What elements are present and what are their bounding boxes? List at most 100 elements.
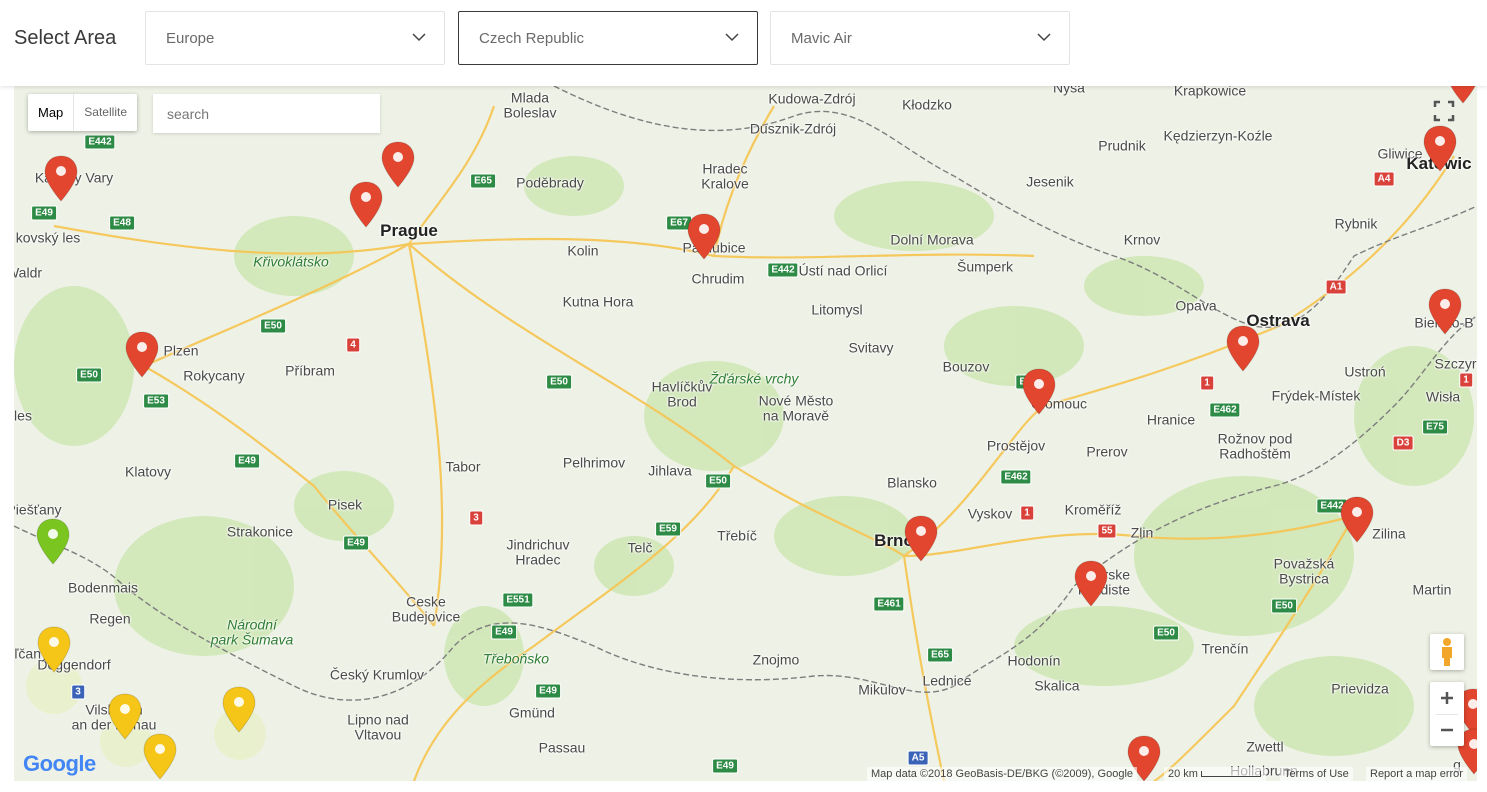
road-shield: 4 — [346, 337, 360, 353]
chevron-down-icon — [1037, 33, 1051, 42]
road-shield: E49 — [535, 683, 561, 699]
map-type-satellite-button[interactable]: Satellite — [73, 94, 137, 131]
place-label: Prievidza — [1331, 680, 1389, 697]
road-shield: E49 — [234, 453, 260, 469]
place-label: Kolin — [567, 242, 599, 259]
continent-select[interactable]: Europe — [145, 11, 445, 65]
road-shield: 55 — [1097, 523, 1117, 539]
map-marker-red[interactable] — [1428, 288, 1462, 336]
google-logo: Google — [23, 751, 96, 776]
road-shield: 1 — [1459, 372, 1473, 388]
map-marker-red[interactable] — [125, 331, 159, 379]
map-marker-red[interactable] — [1022, 368, 1056, 416]
chevron-down-icon — [725, 33, 739, 42]
place-label: Ceske Budejovice — [391, 593, 461, 624]
map-marker-red[interactable] — [44, 155, 78, 203]
place-label: Vyskov — [967, 505, 1013, 522]
place-label: Šumperk — [956, 258, 1014, 275]
map-marker-red[interactable] — [349, 181, 383, 229]
place-label: Jindrichuv Hradec — [506, 536, 570, 567]
place-label: Jesenik — [1026, 173, 1074, 190]
road-shield: E50 — [705, 473, 731, 489]
map-search-input[interactable] — [153, 94, 380, 133]
place-label: Strakonice — [226, 523, 294, 540]
road-shield: E50 — [546, 374, 572, 390]
scale-bar: 20 km — [1164, 767, 1266, 781]
road-shield: E551 — [502, 592, 534, 608]
map-type-control: Map Satellite — [28, 94, 137, 131]
road-shield: E50 — [260, 318, 286, 334]
road-shield: E53 — [143, 393, 169, 409]
place-label: Mikulov — [858, 681, 906, 698]
place-label: Prostějov — [986, 437, 1046, 454]
place-label: les — [14, 407, 32, 424]
road-shield: A4 — [1373, 171, 1395, 187]
road-shield: E462 — [1209, 402, 1241, 418]
map-data-attribution: Map data ©2018 GeoBasis-DE/BKG (©2009), … — [867, 767, 1138, 781]
road-shield: E461 — [873, 596, 905, 612]
place-label: Frýdek-Místek — [1271, 387, 1361, 404]
zoom-out-button[interactable] — [1430, 715, 1464, 746]
map-marker-red[interactable] — [1226, 325, 1260, 373]
map-marker-green[interactable] — [36, 518, 70, 566]
place-label: Martin — [1412, 581, 1452, 598]
terms-of-use-link[interactable]: Terms of Use — [1280, 767, 1353, 781]
place-label: kovský les — [15, 229, 81, 246]
road-shield: E442 — [767, 262, 799, 278]
map-marker-red[interactable] — [1340, 496, 1374, 544]
place-label: Krnov — [1123, 231, 1161, 248]
park-label: Žďárské vrchy — [709, 370, 799, 387]
country-select-value: Czech Republic — [479, 30, 585, 47]
place-label: Rožnov pod Radhoštěm — [1217, 430, 1293, 461]
road-shield: E48 — [109, 215, 135, 231]
place-label: Piešťany — [14, 501, 62, 518]
map-type-map-button[interactable]: Map — [28, 94, 73, 131]
place-label: Kędzierzyn-Koźle — [1163, 127, 1273, 144]
place-label: Dolní Morava — [890, 231, 974, 248]
report-map-error-link[interactable]: Report a map error — [1366, 767, 1467, 781]
zoom-in-button[interactable] — [1430, 682, 1464, 714]
road-shield: A1 — [1325, 279, 1347, 295]
place-label: Plzen — [163, 342, 199, 359]
street-view-pegman-button[interactable] — [1430, 634, 1464, 670]
map-marker-yellow[interactable] — [143, 733, 177, 781]
place-label: Trenčín — [1201, 640, 1249, 657]
place-label: Pisek — [327, 496, 363, 513]
map-marker-yellow[interactable] — [222, 686, 256, 734]
country-select[interactable]: Czech Republic — [458, 11, 758, 65]
area-selector-bar: Select Area Europe Czech Republic Mavic … — [0, 0, 1487, 86]
place-label: Mlada Boleslav — [503, 89, 557, 120]
map-marker-yellow[interactable] — [108, 693, 142, 741]
road-shield: E49 — [712, 758, 738, 774]
road-shield: 1 — [1200, 375, 1214, 391]
page-title: Select Area — [14, 27, 117, 49]
road-shield: E462 — [1000, 469, 1032, 485]
road-shield: E65 — [470, 173, 496, 189]
place-label: Kutna Hora — [562, 293, 634, 310]
scale-line — [1201, 771, 1262, 778]
road-shield: E49 — [491, 624, 517, 640]
place-label: Rybnik — [1334, 215, 1378, 232]
road-shield: E442 — [84, 134, 116, 150]
drone-model-select[interactable]: Mavic Air — [770, 11, 1070, 65]
place-label: Kudowa-Zdrój — [768, 90, 856, 107]
place-label: Poděbrady — [516, 174, 584, 191]
place-label: Český Krumlov — [329, 666, 425, 683]
place-label: Telč — [627, 539, 653, 556]
place-label: Zwettl — [1246, 738, 1284, 755]
road-shield: E50 — [1153, 625, 1179, 641]
place-label: Tabor — [445, 458, 481, 475]
map-marker-red[interactable] — [904, 515, 938, 563]
map-marker-red[interactable] — [687, 213, 721, 261]
place-label: Zilina — [1372, 525, 1406, 542]
place-label: Prague — [380, 221, 438, 241]
map-marker-red[interactable] — [381, 141, 415, 189]
zoom-control — [1430, 682, 1464, 746]
map-marker-red[interactable] — [1074, 560, 1108, 608]
place-label: Třebíč — [717, 527, 757, 544]
map-marker-red[interactable] — [1423, 125, 1457, 173]
map-marker-yellow[interactable] — [37, 626, 71, 674]
place-label: Prudnik — [1098, 137, 1146, 154]
map-canvas[interactable]: Mlada Boleslav Kudowa-Zdrój Kłodzko Nysa Krap… — [14, 86, 1477, 781]
fullscreen-button[interactable] — [1427, 94, 1461, 128]
